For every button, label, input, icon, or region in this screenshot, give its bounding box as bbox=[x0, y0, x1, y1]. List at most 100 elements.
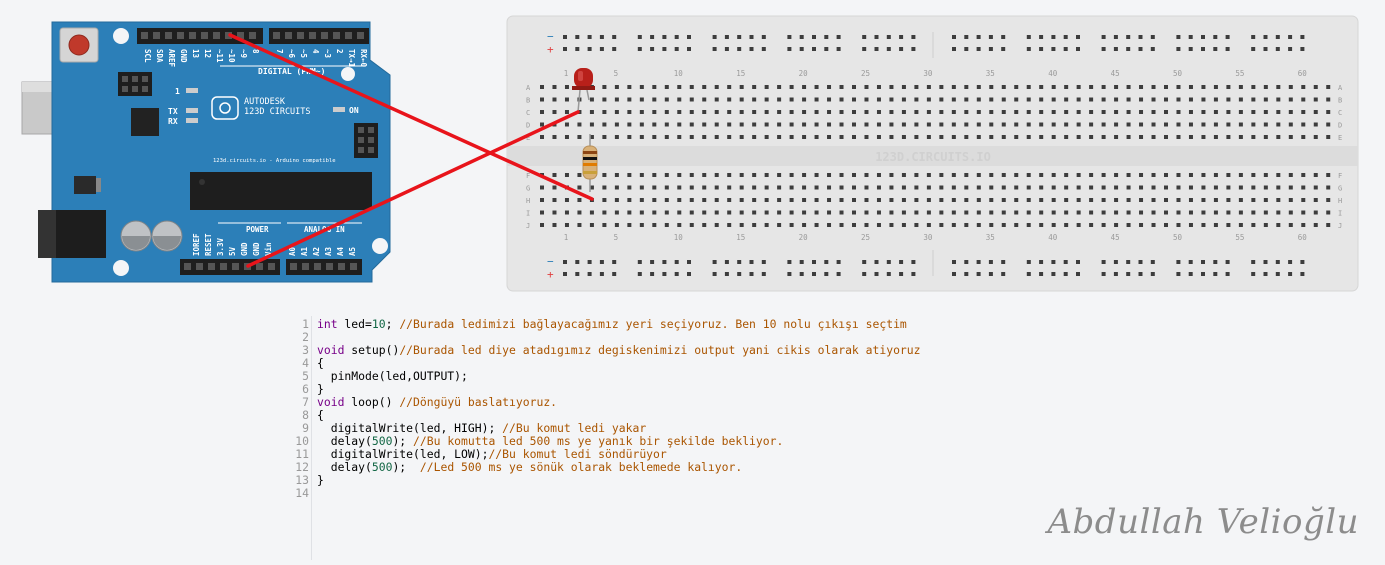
breadboard-hole[interactable] bbox=[627, 85, 632, 89]
breadboard-hole[interactable] bbox=[1039, 97, 1044, 102]
breadboard-hole[interactable] bbox=[901, 122, 906, 127]
breadboard-hole[interactable] bbox=[1263, 223, 1268, 227]
breadboard-hole[interactable] bbox=[1188, 223, 1193, 227]
breadboard-hole[interactable] bbox=[1263, 185, 1268, 190]
breadboard-hole[interactable] bbox=[914, 223, 919, 227]
breadboard-hole[interactable] bbox=[1126, 210, 1131, 215]
rail-hole[interactable] bbox=[1039, 272, 1044, 276]
arduino-board[interactable]: SCL SDA AREF GND 13 12 ~11 ~10 ~9 8 7 ~6 ~5 4 ~3 2 TX→1 R… bbox=[21, 21, 391, 283]
breadboard-hole[interactable] bbox=[764, 85, 769, 89]
rail-hole[interactable] bbox=[1251, 272, 1256, 276]
breadboard-hole[interactable] bbox=[1263, 85, 1268, 89]
breadboard-hole[interactable] bbox=[627, 135, 632, 139]
breadboard-hole[interactable] bbox=[852, 135, 856, 139]
breadboard-hole[interactable] bbox=[1139, 122, 1144, 127]
breadboard-hole[interactable] bbox=[1263, 198, 1268, 202]
breadboard-hole[interactable] bbox=[1301, 85, 1306, 89]
rail-hole[interactable] bbox=[1225, 47, 1230, 51]
breadboard-hole[interactable] bbox=[1039, 85, 1044, 89]
rail-hole[interactable] bbox=[1288, 272, 1293, 276]
breadboard-hole[interactable] bbox=[1313, 110, 1318, 114]
breadboard-hole[interactable] bbox=[577, 173, 582, 177]
breadboard-hole[interactable] bbox=[614, 135, 619, 139]
breadboard-hole[interactable] bbox=[1114, 173, 1119, 177]
rail-hole[interactable] bbox=[761, 35, 766, 39]
breadboard-hole[interactable] bbox=[1014, 173, 1019, 177]
rail-hole[interactable] bbox=[1263, 272, 1268, 276]
breadboard-hole[interactable] bbox=[564, 173, 569, 177]
breadboard-hole[interactable] bbox=[777, 122, 782, 127]
breadboard-hole[interactable] bbox=[727, 173, 732, 177]
breadboard-hole[interactable] bbox=[602, 97, 607, 102]
breadboard-hole[interactable] bbox=[1288, 135, 1293, 139]
breadboard-hole[interactable] bbox=[1151, 97, 1156, 102]
breadboard-hole[interactable] bbox=[1114, 85, 1119, 89]
breadboard-hole[interactable] bbox=[889, 198, 894, 202]
breadboard-hole[interactable] bbox=[901, 110, 906, 114]
breadboard-hole[interactable] bbox=[926, 185, 931, 190]
breadboard-hole[interactable] bbox=[652, 85, 657, 89]
breadboard-hole[interactable] bbox=[926, 198, 931, 202]
header-pin[interactable] bbox=[314, 263, 321, 270]
breadboard-hole[interactable] bbox=[1326, 198, 1331, 202]
breadboard-hole[interactable] bbox=[889, 85, 894, 89]
breadboard-hole[interactable] bbox=[589, 122, 594, 127]
breadboard-hole[interactable] bbox=[802, 173, 807, 177]
breadboard-hole[interactable] bbox=[976, 122, 981, 127]
breadboard-hole[interactable] bbox=[1039, 185, 1044, 190]
breadboard-hole[interactable] bbox=[1276, 122, 1281, 127]
rail-hole[interactable] bbox=[911, 260, 916, 264]
breadboard-hole[interactable] bbox=[1164, 173, 1168, 177]
breadboard-hole[interactable] bbox=[814, 210, 819, 215]
breadboard-hole[interactable] bbox=[876, 135, 881, 139]
breadboard-hole[interactable] bbox=[1288, 210, 1293, 215]
breadboard-hole[interactable] bbox=[727, 198, 732, 202]
breadboard-hole[interactable] bbox=[1014, 85, 1019, 89]
header-pin[interactable] bbox=[249, 32, 256, 39]
breadboard-hole[interactable] bbox=[1101, 223, 1106, 227]
breadboard-hole[interactable] bbox=[614, 85, 619, 89]
breadboard-hole[interactable] bbox=[1164, 85, 1168, 89]
breadboard-hole[interactable] bbox=[1301, 223, 1306, 227]
breadboard-hole[interactable] bbox=[752, 110, 757, 114]
breadboard-hole[interactable] bbox=[552, 110, 557, 114]
breadboard-hole[interactable] bbox=[1301, 210, 1306, 215]
code-line[interactable]: 5 pinMode(led,OUTPUT); bbox=[287, 370, 468, 383]
breadboard-hole[interactable] bbox=[714, 185, 719, 190]
breadboard-hole[interactable] bbox=[1076, 210, 1081, 215]
breadboard-hole[interactable] bbox=[1313, 97, 1318, 102]
breadboard-hole[interactable] bbox=[989, 85, 994, 89]
breadboard-hole[interactable] bbox=[1064, 223, 1069, 227]
breadboard-hole[interactable] bbox=[1151, 185, 1156, 190]
breadboard-hole[interactable] bbox=[964, 173, 969, 177]
breadboard-hole[interactable] bbox=[1226, 110, 1231, 114]
rail-hole[interactable] bbox=[862, 260, 867, 264]
breadboard-hole[interactable] bbox=[564, 122, 569, 127]
breadboard-hole[interactable] bbox=[1213, 135, 1218, 139]
breadboard-hole[interactable] bbox=[876, 110, 881, 114]
rail-hole[interactable] bbox=[1176, 260, 1181, 264]
breadboard-hole[interactable] bbox=[889, 110, 894, 114]
breadboard-hole[interactable] bbox=[1176, 122, 1181, 127]
breadboard-hole[interactable] bbox=[951, 198, 956, 202]
breadboard-hole[interactable] bbox=[1151, 210, 1156, 215]
rail-hole[interactable] bbox=[1288, 260, 1293, 264]
breadboard-hole[interactable] bbox=[614, 173, 619, 177]
breadboard-hole[interactable] bbox=[714, 110, 719, 114]
breadboard-hole[interactable] bbox=[727, 122, 732, 127]
rail-hole[interactable] bbox=[1263, 260, 1268, 264]
breadboard-hole[interactable] bbox=[802, 85, 807, 89]
rail-hole[interactable] bbox=[563, 35, 567, 39]
breadboard-hole[interactable] bbox=[1201, 198, 1206, 202]
breadboard-hole[interactable] bbox=[1089, 97, 1094, 102]
breadboard-hole[interactable] bbox=[889, 97, 894, 102]
rail-hole[interactable] bbox=[662, 260, 667, 264]
breadboard-hole[interactable] bbox=[1039, 110, 1044, 114]
rail-hole[interactable] bbox=[1275, 272, 1280, 276]
rail-hole[interactable] bbox=[1213, 35, 1218, 39]
breadboard-hole[interactable] bbox=[552, 210, 557, 215]
breadboard-hole[interactable] bbox=[1188, 85, 1193, 89]
breadboard-hole[interactable] bbox=[677, 198, 682, 202]
rail-hole[interactable] bbox=[761, 260, 766, 264]
rail-hole[interactable] bbox=[824, 47, 829, 51]
